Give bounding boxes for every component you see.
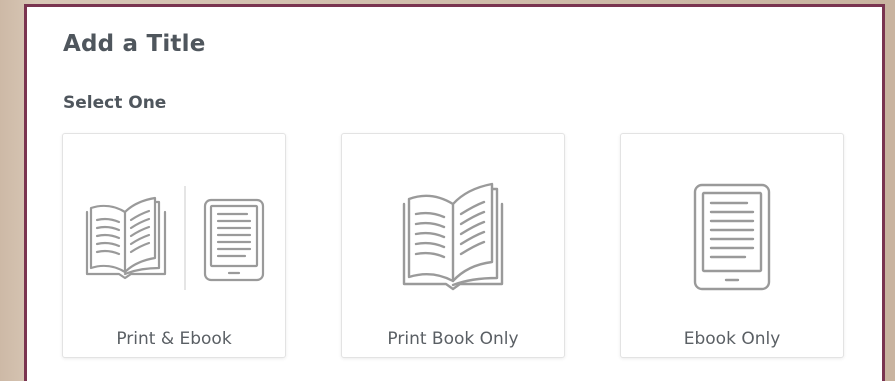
option-label: Ebook Only bbox=[683, 329, 781, 349]
open-book-icon bbox=[85, 196, 167, 280]
option-card-print-book-only[interactable]: Print Book Only bbox=[341, 133, 565, 358]
card-illustration bbox=[621, 134, 843, 314]
card-illustration bbox=[63, 134, 285, 314]
dialog-subtitle: Select One bbox=[63, 93, 167, 113]
option-card-ebook-only[interactable]: Ebook Only bbox=[620, 133, 844, 358]
dialog-title: Add a Title bbox=[63, 31, 206, 57]
open-book-icon bbox=[402, 182, 504, 291]
option-label: Print Book Only bbox=[387, 329, 519, 349]
ereader-icon bbox=[693, 183, 771, 291]
add-title-dialog: Add a Title Select One Print & Ebook Pri… bbox=[24, 4, 885, 381]
option-card-print-and-ebook[interactable]: Print & Ebook bbox=[62, 133, 286, 358]
option-label: Print & Ebook bbox=[116, 329, 232, 349]
card-illustration bbox=[342, 134, 564, 314]
ereader-icon bbox=[203, 198, 265, 282]
